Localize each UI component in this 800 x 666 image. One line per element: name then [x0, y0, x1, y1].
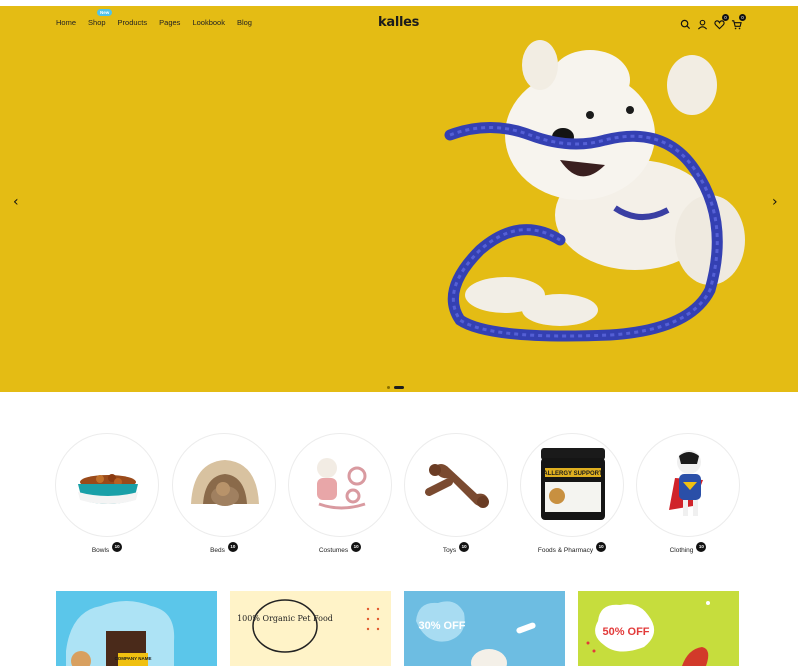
category-toys[interactable]: Toys 10: [404, 433, 508, 557]
category-costumes[interactable]: Costumes 10: [288, 433, 392, 557]
new-badge: New: [97, 9, 113, 16]
category-image[interactable]: [172, 433, 276, 537]
product-label: ALLERGY SUPPORT: [543, 471, 603, 477]
promo-banner-4[interactable]: 50% OFF: [578, 591, 739, 666]
slider-dots: [387, 386, 404, 389]
banner-2-text: 100% Organic Pet Food: [237, 614, 333, 623]
banner-1-text: COMPANY NAME: [114, 656, 151, 661]
menu-products[interactable]: Products: [118, 18, 148, 27]
header-icons: 0 0: [680, 14, 746, 30]
category-label: Toys: [442, 546, 457, 554]
cart-count: 0: [739, 14, 746, 21]
menu-shop[interactable]: Shop New: [88, 9, 113, 27]
category-image[interactable]: [55, 433, 159, 537]
menu-lookbook[interactable]: Lookbook: [192, 18, 225, 27]
promo-banner-3[interactable]: 30% OFF: [404, 591, 565, 666]
menu-blog[interactable]: Blog: [237, 18, 252, 27]
promo-banner-1[interactable]: COMPANY NAME: [56, 591, 217, 666]
slide-dot-1[interactable]: [387, 386, 390, 389]
category-image[interactable]: ALLERGY SUPPORT: [520, 433, 624, 537]
category-clothing[interactable]: Clothing 10: [636, 433, 740, 557]
category-label: Beds: [210, 546, 225, 554]
category-image[interactable]: [404, 433, 508, 537]
category-bowls[interactable]: Bowls 10: [55, 433, 159, 557]
category-beds[interactable]: Beds 10: [172, 433, 276, 557]
cart-icon[interactable]: 0: [731, 14, 746, 30]
menu-home[interactable]: Home: [56, 18, 76, 27]
category-count: 10: [696, 542, 707, 552]
main-menu: Home Shop New Products Pages Lookbook Blo…: [56, 9, 264, 27]
category-image[interactable]: [288, 433, 392, 537]
prev-slide-arrow[interactable]: ‹: [13, 194, 19, 210]
top-navigation: Home Shop New Products Pages Lookbook Blo…: [0, 6, 798, 40]
wishlist-count: 0: [722, 14, 729, 21]
category-image[interactable]: [636, 433, 740, 537]
category-count: 10: [459, 542, 470, 552]
hero-dog-image: [444, 40, 745, 342]
wishlist-icon[interactable]: 0: [714, 14, 729, 30]
category-label: Foods & Pharmacy: [537, 546, 594, 554]
site-logo[interactable]: kalles: [378, 15, 419, 30]
promo-banner-2[interactable]: 100% Organic Pet Food: [230, 591, 391, 666]
menu-shop-label: Shop: [88, 18, 106, 27]
category-count: 10: [227, 542, 238, 552]
next-slide-arrow[interactable]: ›: [772, 194, 778, 210]
category-label: Bowls: [91, 546, 110, 554]
category-count: 10: [596, 542, 607, 552]
category-count: 10: [112, 542, 123, 552]
category-label: Costumes: [318, 546, 349, 554]
account-icon[interactable]: [697, 17, 708, 30]
banner-3-text: 30% OFF: [418, 620, 465, 632]
slide-dot-2[interactable]: [394, 386, 404, 389]
search-icon[interactable]: [680, 17, 691, 30]
category-label: Clothing: [669, 546, 694, 554]
hero-slider: Home Shop New Products Pages Lookbook Blo…: [0, 6, 798, 392]
category-list: Bowls 10 Beds 10 Costumes 10 Toys 10 ALLERGY…: [55, 433, 745, 558]
banner-4-text: 50% OFF: [602, 626, 649, 638]
category-foods-pharmacy[interactable]: ALLERGY SUPPORT Foods & Pharmacy 10: [520, 433, 624, 557]
menu-pages[interactable]: Pages: [159, 18, 180, 27]
category-count: 10: [351, 542, 362, 552]
